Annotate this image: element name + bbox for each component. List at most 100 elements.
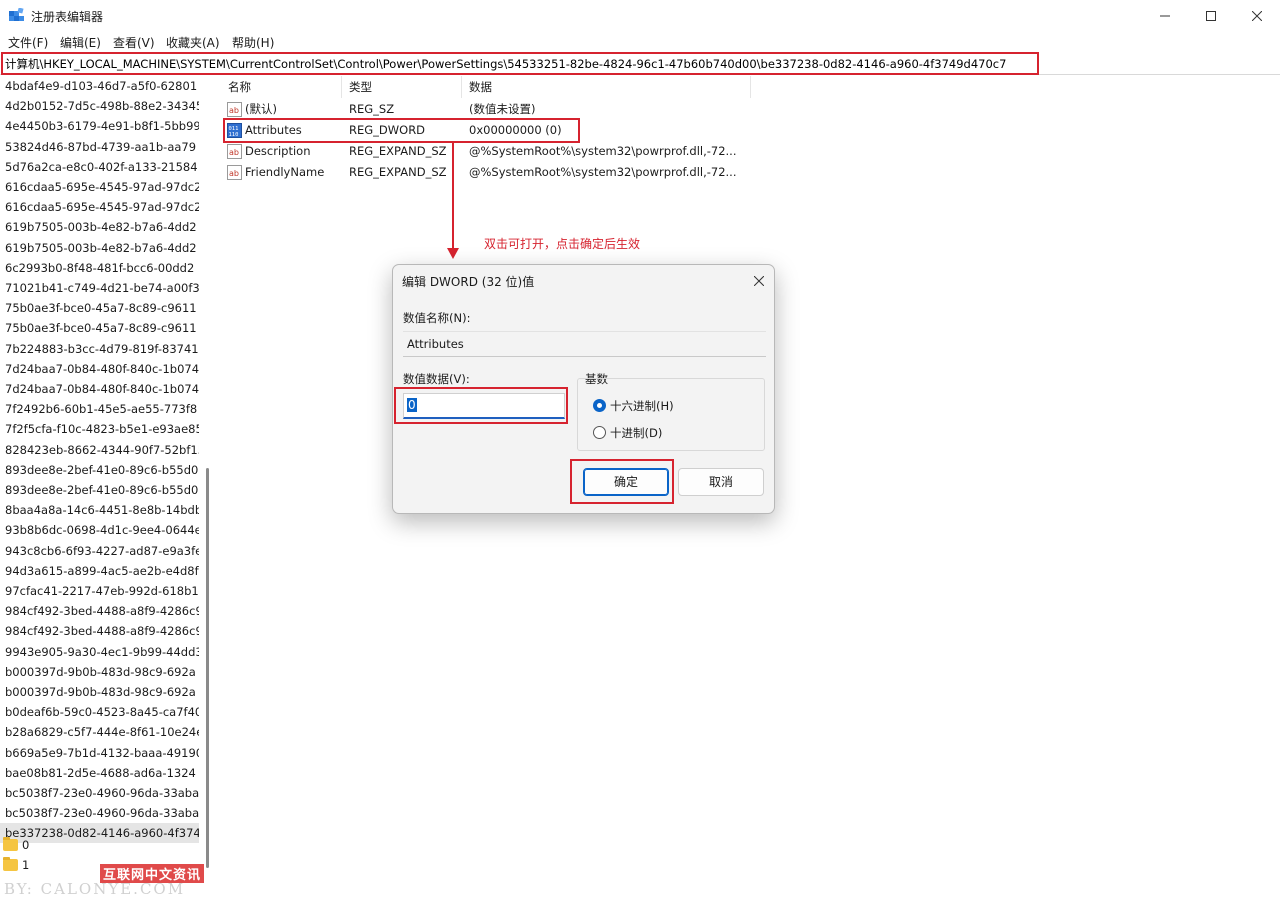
tree-item[interactable]: b000397d-9b0b-483d-98c9-692a xyxy=(5,662,199,682)
tree-item[interactable]: b0deaf6b-59c0-4523-8a45-ca7f40 xyxy=(5,702,199,722)
value-name: FriendlyName xyxy=(245,165,325,179)
value-data: (数值未设置) xyxy=(469,102,536,116)
edit-dword-dialog: 编辑 DWORD (32 位)值 数值名称(N): Attributes 数值数… xyxy=(392,264,775,514)
attributes-highlight-box xyxy=(223,118,580,143)
close-icon xyxy=(753,275,765,287)
tree-item[interactable]: 893dee8e-2bef-41e0-89c6-b55d0 xyxy=(5,480,199,500)
tree-item[interactable]: b669a5e9-7b1d-4132-baaa-49190 xyxy=(5,743,199,763)
tree-item[interactable]: 97cfac41-2217-47eb-992d-618b1 xyxy=(5,581,199,601)
key-tree-pane[interactable]: 4bdaf4e9-d103-46d7-a5f0-62801 4d2b0152-7d… xyxy=(0,76,216,900)
value-name-field: Attributes xyxy=(403,331,766,357)
tree-item[interactable]: 616cdaa5-695e-4545-97ad-97dc2 xyxy=(5,197,199,217)
watermark: 互联网中文资讯 BY: CALONYE.COM xyxy=(0,862,216,900)
minimize-icon xyxy=(1160,15,1170,16)
close-icon xyxy=(1252,10,1262,21)
maximize-button[interactable] xyxy=(1188,0,1234,31)
value-name-label: 数值名称(N): xyxy=(403,311,471,325)
maximize-icon xyxy=(1206,10,1216,21)
menu-help[interactable]: 帮助(H) xyxy=(232,34,274,51)
tree-item[interactable]: 94d3a615-a899-4ac5-ae2b-e4d8f xyxy=(5,561,199,581)
ab-string-icon: ab xyxy=(227,102,242,117)
ab-string-icon: ab xyxy=(227,144,242,159)
svg-text:ab: ab xyxy=(229,169,239,178)
value-row-friendlyname[interactable]: ab FriendlyName REG_EXPAND_SZ @%SystemRo… xyxy=(221,162,781,183)
tree-item[interactable]: 7d24baa7-0b84-480f-840c-1b074 xyxy=(5,379,199,399)
tree-item[interactable]: 53824d46-87bd-4739-aa1b-aa79 xyxy=(5,137,199,157)
annotation-text: 双击可打开，点击确定后生效 xyxy=(484,237,641,251)
tree-scrollbar-thumb[interactable] xyxy=(206,468,209,868)
minimize-button[interactable] xyxy=(1142,0,1188,31)
tree-item[interactable]: 75b0ae3f-bce0-45a7-8c89-c9611 xyxy=(5,318,199,338)
tree-item[interactable]: b28a6829-c5f7-444e-8f61-10e24e xyxy=(5,722,199,742)
ab-string-icon: ab xyxy=(227,165,242,180)
tree-item[interactable]: 984cf492-3bed-4488-a8f9-4286c9 xyxy=(5,621,199,641)
value-data: @%SystemRoot%\system32\powrprof.dll,-72.… xyxy=(469,144,737,158)
value-name: (默认) xyxy=(245,102,277,116)
tree-folder-label: 0 xyxy=(22,838,30,852)
tree-item[interactable]: 6c2993b0-8f48-481f-bcc6-00dd2 xyxy=(5,258,199,278)
address-highlight-box xyxy=(1,52,1039,75)
dialog-title: 编辑 DWORD (32 位)值 xyxy=(402,275,535,289)
tree-item[interactable]: 828423eb-8662-4344-90f7-52bf15 xyxy=(5,440,199,460)
ok-highlight-box xyxy=(570,459,674,504)
tree-item[interactable]: bc5038f7-23e0-4960-96da-33aba xyxy=(5,803,199,823)
tree-item[interactable]: 4d2b0152-7d5c-498b-88e2-34345 xyxy=(5,96,199,116)
tree-item[interactable]: 4bdaf4e9-d103-46d7-a5f0-62801 xyxy=(5,76,199,96)
tree-item[interactable]: 93b8b6dc-0698-4d1c-9ee4-0644e xyxy=(5,520,199,540)
svg-text:ab: ab xyxy=(229,106,239,115)
tree-item[interactable]: 4e4450b3-6179-4e91-b8f1-5bb99 xyxy=(5,116,199,136)
cancel-button[interactable]: 取消 xyxy=(678,468,764,496)
title-bar: 注册表编辑器 xyxy=(0,0,1280,31)
menu-favorites[interactable]: 收藏夹(A) xyxy=(166,34,220,51)
annotation-arrow-line xyxy=(452,142,454,250)
menu-bar: 文件(F) 编辑(E) 查看(V) 收藏夹(A) 帮助(H) xyxy=(0,31,1280,51)
tree-item[interactable]: be337238-0d82-4146-a960-4f374 xyxy=(0,823,199,844)
watermark-line2: BY: CALONYE.COM xyxy=(4,880,186,898)
tree-item[interactable]: 7f2492b6-60b1-45e5-ae55-773f8 xyxy=(5,399,199,419)
radio-decimal-label: 十进制(D) xyxy=(610,426,663,440)
tree-item[interactable]: b000397d-9b0b-483d-98c9-692a xyxy=(5,682,199,702)
value-type: REG_EXPAND_SZ xyxy=(349,144,447,158)
annotation-arrow-head xyxy=(447,248,459,259)
tree-item[interactable]: 893dee8e-2bef-41e0-89c6-b55d0 xyxy=(5,460,199,480)
value-data: @%SystemRoot%\system32\powrprof.dll,-72.… xyxy=(469,165,737,179)
tree-item[interactable]: 7d24baa7-0b84-480f-840c-1b074 xyxy=(5,359,199,379)
close-button[interactable] xyxy=(1234,0,1280,31)
dialog-close-button[interactable] xyxy=(749,271,769,291)
regedit-app-icon xyxy=(9,8,24,21)
tree-item[interactable]: 7f2f5cfa-f10c-4823-b5e1-e93ae85 xyxy=(5,419,199,439)
value-row-description[interactable]: ab Description REG_EXPAND_SZ @%SystemRoo… xyxy=(221,141,781,162)
tree-folder-item[interactable]: 0 xyxy=(3,835,29,855)
radio-hex-dot[interactable] xyxy=(593,399,606,412)
svg-text:ab: ab xyxy=(229,148,239,157)
tree-item[interactable]: 943c8cb6-6f93-4227-ad87-e9a3fe xyxy=(5,541,199,561)
tree-item[interactable]: bae08b81-2d5e-4688-ad6a-1324 xyxy=(5,763,199,783)
base-group-box xyxy=(577,378,765,451)
tree-item[interactable]: 7b224883-b3cc-4d79-819f-83741 xyxy=(5,339,199,359)
menu-file[interactable]: 文件(F) xyxy=(8,34,48,51)
tree-item[interactable]: 9943e905-9a30-4ec1-9b99-44dd3 xyxy=(5,642,199,662)
tree-item[interactable]: 619b7505-003b-4e82-b7a6-4dd2 xyxy=(5,238,199,258)
radio-decimal-dot[interactable] xyxy=(593,426,606,439)
menu-view[interactable]: 查看(V) xyxy=(113,34,155,51)
column-header-name[interactable]: 名称 xyxy=(221,76,342,98)
value-row-default[interactable]: ab (默认) REG_SZ (数值未设置) xyxy=(221,99,781,120)
value-data-highlight-box xyxy=(394,387,568,424)
tree-item[interactable]: 8baa4a8a-14c6-4451-8e8b-14bdb xyxy=(5,500,199,520)
window-title: 注册表编辑器 xyxy=(31,10,104,24)
tree-item[interactable]: bc5038f7-23e0-4960-96da-33aba xyxy=(5,783,199,803)
tree-item[interactable]: 71021b41-c749-4d21-be74-a00f3 xyxy=(5,278,199,298)
value-data-label: 数值数据(V): xyxy=(403,372,470,386)
column-header-data[interactable]: 数据 xyxy=(462,76,751,98)
value-name: Description xyxy=(245,144,311,158)
column-header-type[interactable]: 类型 xyxy=(342,76,462,98)
tree-item[interactable]: 5d76a2ca-e8c0-402f-a133-21584 xyxy=(5,157,199,177)
folder-icon xyxy=(3,837,18,851)
menu-edit[interactable]: 编辑(E) xyxy=(60,34,101,51)
radio-hex-label: 十六进制(H) xyxy=(610,399,674,413)
tree-item[interactable]: 616cdaa5-695e-4545-97ad-97dc2 xyxy=(5,177,199,197)
tree-item[interactable]: 75b0ae3f-bce0-45a7-8c89-c9611 xyxy=(5,298,199,318)
tree-item[interactable]: 619b7505-003b-4e82-b7a6-4dd2 xyxy=(5,217,199,237)
tree-item[interactable]: 984cf492-3bed-4488-a8f9-4286c9 xyxy=(5,601,199,621)
value-type: REG_EXPAND_SZ xyxy=(349,165,447,179)
